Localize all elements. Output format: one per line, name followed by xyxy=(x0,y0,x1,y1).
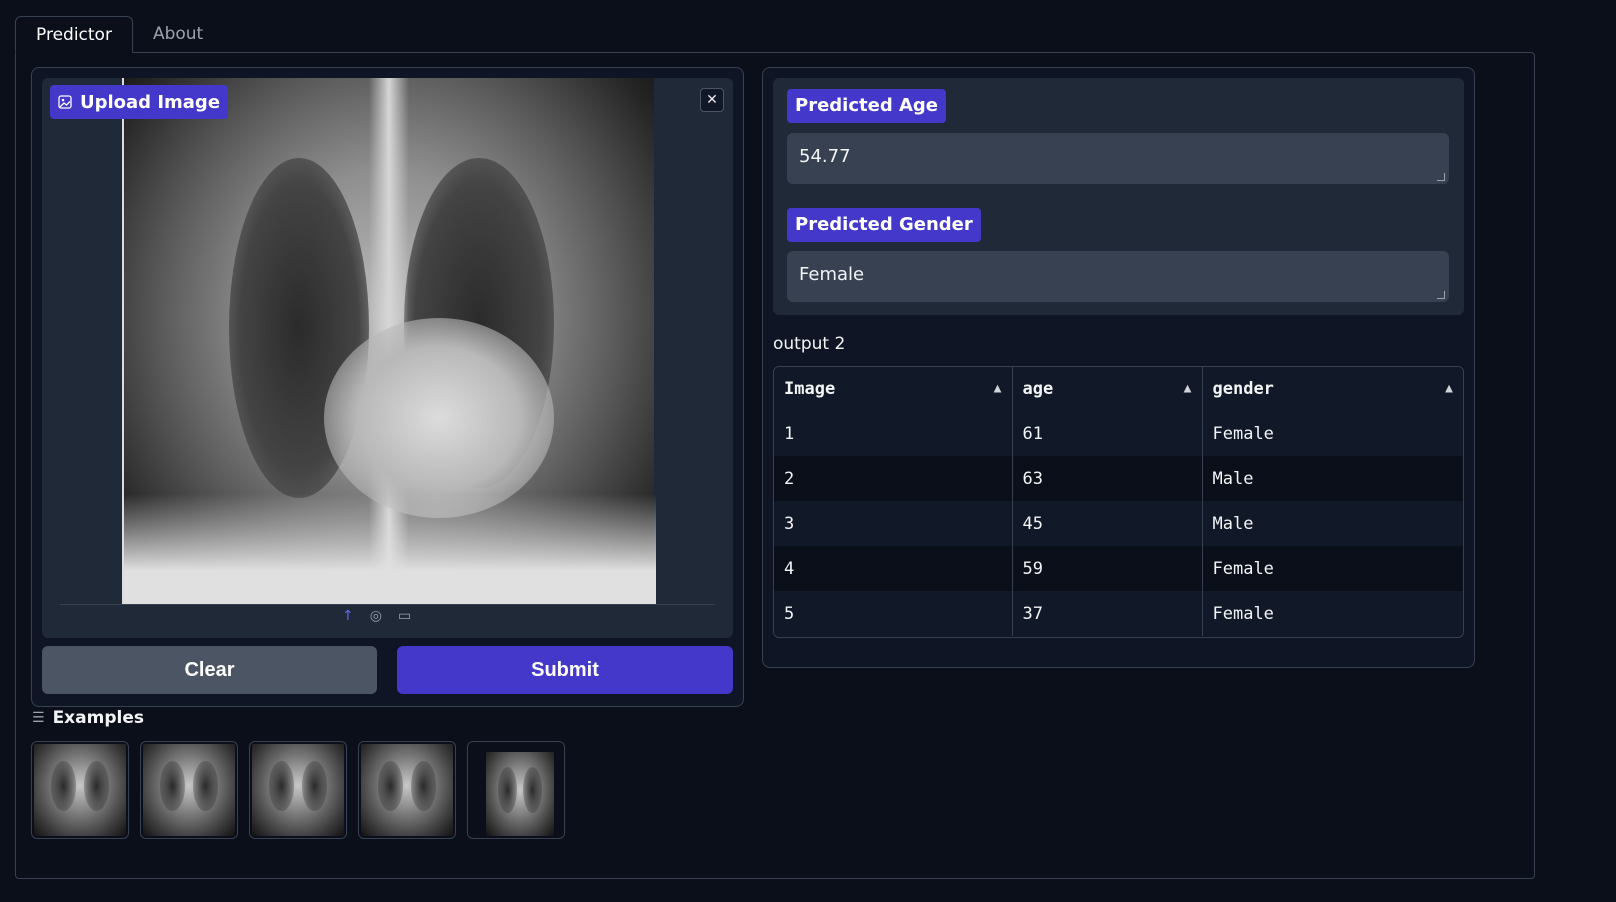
webcam-icon[interactable]: ◎ xyxy=(370,608,382,624)
clipboard-icon[interactable]: ▭ xyxy=(398,608,411,624)
column-header-image[interactable]: Image ▲ xyxy=(774,367,1013,411)
upload-image-text: Upload Image xyxy=(80,91,221,113)
predicted-gender-value: Female xyxy=(799,264,865,285)
predicted-age-value: 54.77 xyxy=(799,146,851,167)
table-cell[interactable]: 1 xyxy=(774,411,1013,456)
predictions-box: Predicted Age 54.77 Predicted Gender Fem… xyxy=(773,78,1464,315)
clear-button[interactable]: Clear xyxy=(42,646,377,694)
predicted-age-label: Predicted Age xyxy=(787,89,946,123)
list-icon: ☰ xyxy=(32,710,45,726)
column-header-gender[interactable]: gender ▲ xyxy=(1202,367,1463,411)
table-cell[interactable]: 3 xyxy=(774,501,1013,546)
table-cell[interactable]: Male xyxy=(1202,501,1463,546)
output2-label: output 2 xyxy=(773,334,846,354)
input-panel: Upload Image ✕ ↑ ◎ ▭ Clear Submit xyxy=(31,67,744,707)
examples-gallery xyxy=(31,741,565,839)
table-cell[interactable]: 61 xyxy=(1012,411,1203,456)
table-cell[interactable]: 45 xyxy=(1012,501,1203,546)
sort-icon[interactable]: ▲ xyxy=(994,381,1002,396)
examples-title: Examples xyxy=(52,708,144,728)
table-row: 2 63 Male xyxy=(774,456,1463,501)
table-row: 3 45 Male xyxy=(774,501,1463,546)
predicted-gender-label: Predicted Gender xyxy=(787,208,981,242)
table-row: 5 37 Female xyxy=(774,591,1463,636)
upload-icon[interactable]: ↑ xyxy=(342,608,354,624)
table-cell[interactable]: 37 xyxy=(1012,591,1203,636)
close-icon[interactable]: ✕ xyxy=(700,88,724,112)
column-header-label: age xyxy=(1022,379,1054,399)
upload-image-label: Upload Image xyxy=(50,85,229,119)
resize-handle-icon[interactable] xyxy=(1437,173,1445,181)
image-divider xyxy=(60,604,715,605)
results-table: Image ▲ age ▲ gender ▲ 1 61 Female 2 63 … xyxy=(773,366,1464,638)
tab-about[interactable]: About xyxy=(133,16,223,53)
table-cell[interactable]: Female xyxy=(1202,546,1463,591)
table-cell[interactable]: Female xyxy=(1202,411,1463,456)
output-panel: Predicted Age 54.77 Predicted Gender Fem… xyxy=(762,67,1475,668)
example-thumbnail-1[interactable] xyxy=(31,741,129,839)
table-header-row: Image ▲ age ▲ gender ▲ xyxy=(774,367,1463,411)
example-thumbnail-4[interactable] xyxy=(358,741,456,839)
table-cell[interactable]: 4 xyxy=(774,546,1013,591)
resize-handle-icon[interactable] xyxy=(1437,291,1445,299)
table-row: 4 59 Female xyxy=(774,546,1463,591)
column-header-age[interactable]: age ▲ xyxy=(1012,367,1203,411)
table-cell[interactable]: Female xyxy=(1202,591,1463,636)
example-thumbnail-3[interactable] xyxy=(249,741,347,839)
predicted-gender-field[interactable]: Female xyxy=(787,251,1449,302)
submit-button[interactable]: Submit xyxy=(397,646,733,694)
uploaded-xray-image xyxy=(122,78,656,604)
sort-icon[interactable]: ▲ xyxy=(1445,381,1453,396)
tab-predictor[interactable]: Predictor xyxy=(15,16,133,53)
image-icon xyxy=(58,95,72,109)
table-cell[interactable]: 5 xyxy=(774,591,1013,636)
predicted-age-field[interactable]: 54.77 xyxy=(787,133,1449,184)
image-source-selector: ↑ ◎ ▭ xyxy=(342,608,411,624)
example-thumbnail-5[interactable] xyxy=(467,741,565,839)
image-upload-area[interactable]: Upload Image ✕ ↑ ◎ ▭ xyxy=(42,78,733,638)
tab-panel: Upload Image ✕ ↑ ◎ ▭ Clear Submit ☰ Exam… xyxy=(15,52,1535,879)
table-cell[interactable]: Male xyxy=(1202,456,1463,501)
table-cell[interactable]: 63 xyxy=(1012,456,1203,501)
example-thumbnail-2[interactable] xyxy=(140,741,238,839)
column-header-label: Image xyxy=(784,379,836,399)
table-cell[interactable]: 2 xyxy=(774,456,1013,501)
examples-header: ☰ Examples xyxy=(32,708,144,728)
table-cell[interactable]: 59 xyxy=(1012,546,1203,591)
sort-icon[interactable]: ▲ xyxy=(1184,381,1192,396)
tab-bar: Predictor About xyxy=(15,16,223,53)
table-row: 1 61 Female xyxy=(774,411,1463,456)
column-header-label: gender xyxy=(1212,379,1274,399)
